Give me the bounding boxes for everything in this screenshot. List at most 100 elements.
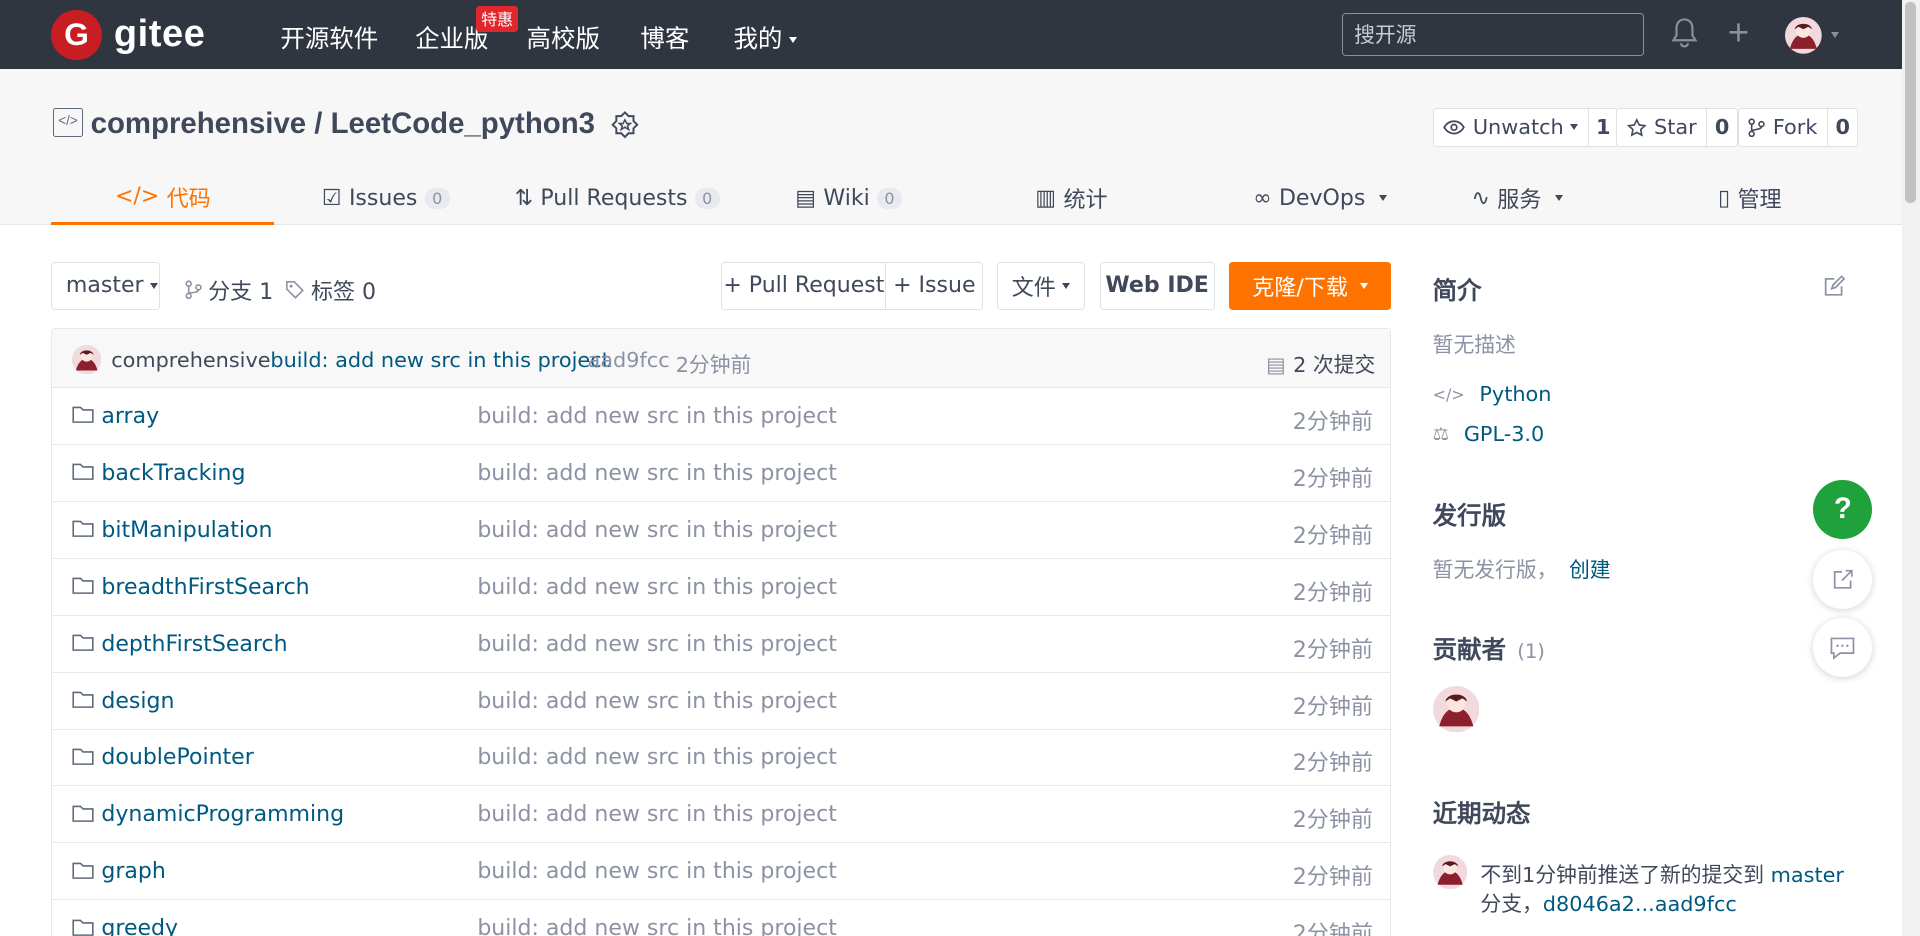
file-name-link[interactable]: design <box>101 689 174 714</box>
author-avatar[interactable] <box>72 345 102 379</box>
file-name-link[interactable]: greedy <box>101 916 178 935</box>
chat-icon <box>1830 637 1855 660</box>
nav-mine[interactable]: 我的 <box>733 20 797 55</box>
table-row[interactable]: array build: add new src in this project 2… <box>52 388 1391 445</box>
tab-pull-requests[interactable]: ⇅ Pull Requests 0 <box>497 171 737 225</box>
new-pull-request-button[interactable]: + Pull Request <box>721 262 887 310</box>
star-label: Star <box>1654 115 1697 140</box>
bell-icon[interactable] <box>1671 17 1698 55</box>
nav-blog[interactable]: 博客 <box>640 20 689 55</box>
table-row[interactable]: backTracking build: add new src in this p… <box>52 445 1391 502</box>
feedback-button[interactable] <box>1813 618 1873 678</box>
fork-label: Fork <box>1772 115 1818 140</box>
chevron-down-icon <box>1360 282 1369 289</box>
release-row: 暂无发行版， 创建 <box>1433 553 1611 583</box>
activity-item: 不到1分钟前推送了新的提交到 master 分支，d8046a2...aad9f… <box>1480 861 1872 920</box>
tab-label: 管理 <box>1737 188 1782 214</box>
file-commit-message[interactable]: build: add new src in this project <box>477 916 837 935</box>
tab-manage[interactable]: ▯ 管理 <box>1638 171 1861 225</box>
file-name-link[interactable]: depthFirstSearch <box>101 632 287 657</box>
folder-icon <box>72 690 94 713</box>
star-count[interactable]: 0 <box>1706 108 1736 146</box>
commit-message[interactable]: build: add new src in this project <box>270 348 609 372</box>
edit-icon[interactable] <box>1822 274 1846 303</box>
branch-select[interactable]: master <box>51 262 161 310</box>
file-commit-message[interactable]: build: add new src in this project <box>477 745 837 770</box>
scrollbar-thumb[interactable] <box>1905 2 1917 204</box>
chevron-down-icon <box>1378 195 1387 202</box>
nav-open-source[interactable]: 开源软件 <box>280 20 378 55</box>
activity-compare-link[interactable]: d8046a2...aad9fcc <box>1543 892 1737 916</box>
file-commit-message[interactable]: build: add new src in this project <box>477 575 837 600</box>
share-button[interactable] <box>1813 549 1873 609</box>
chevron-down-icon <box>149 282 158 289</box>
gitee-logo[interactable]: G gitee <box>51 9 206 60</box>
pulse-icon: ∿ <box>1471 185 1490 211</box>
create-release-link[interactable]: 创建 <box>1569 558 1611 582</box>
file-commit-message[interactable]: build: add new src in this project <box>477 632 837 657</box>
chevron-down-icon <box>1061 282 1070 289</box>
bar-chart-icon: ▥ <box>1035 185 1057 211</box>
language-link[interactable]: Python <box>1479 382 1551 406</box>
file-commit-message[interactable]: build: add new src in this project <box>477 461 837 486</box>
activity-branch-link[interactable]: master <box>1771 863 1844 887</box>
share-icon <box>1833 569 1853 589</box>
table-row[interactable]: breadthFirstSearch build: add new src in … <box>52 559 1391 616</box>
file-commit-message[interactable]: build: add new src in this project <box>477 802 837 827</box>
plus-icon[interactable]: + <box>1728 14 1749 51</box>
search-input[interactable] <box>1342 13 1645 57</box>
book-icon: ▤ <box>795 185 817 211</box>
file-name-link[interactable]: graph <box>101 859 166 884</box>
file-name-link[interactable]: backTracking <box>101 461 245 486</box>
tab-stats[interactable]: ▥ 统计 <box>960 171 1183 225</box>
commit-hash[interactable]: aad9fcc <box>588 348 670 372</box>
chevron-down-icon[interactable] <box>1830 31 1839 38</box>
new-issue-button[interactable]: + Issue <box>885 262 984 310</box>
clone-download-button[interactable]: 克隆/下载 <box>1229 262 1392 310</box>
gitee-logo-text: gitee <box>113 13 206 56</box>
commit-count-link[interactable]: ▤ 2 次提交 <box>1266 348 1375 378</box>
file-name-link[interactable]: doublePointer <box>101 745 253 770</box>
file-name-link[interactable]: breadthFirstSearch <box>101 575 309 600</box>
file-commit-message[interactable]: build: add new src in this project <box>477 859 837 884</box>
file-menu-button[interactable]: 文件 <box>996 262 1085 310</box>
table-row[interactable]: design build: add new src in this project… <box>52 673 1391 730</box>
file-name-link[interactable]: array <box>101 404 159 429</box>
user-avatar[interactable] <box>1785 17 1823 60</box>
activity-avatar[interactable] <box>1432 854 1467 894</box>
table-row[interactable]: dynamicProgramming build: add new src in … <box>52 786 1391 844</box>
table-row[interactable]: bitManipulation build: add new src in thi… <box>52 502 1391 559</box>
file-commit-message[interactable]: build: add new src in this project <box>477 689 837 714</box>
watch-count[interactable]: 1 <box>1587 108 1618 146</box>
file-commit-message[interactable]: build: add new src in this project <box>477 518 837 543</box>
file-name-link[interactable]: bitManipulation <box>101 518 272 543</box>
tags-link[interactable]: 标签 0 <box>285 274 376 306</box>
branches-link[interactable]: 分支 1 <box>185 274 273 306</box>
tab-code[interactable]: </> 代码 <box>51 171 275 226</box>
help-button[interactable]: ? <box>1813 480 1873 539</box>
star-button[interactable]: Star 0 <box>1616 107 1738 147</box>
file-list: comprehensive build: add new src in this… <box>51 328 1392 936</box>
tab-services[interactable]: ∿ 服务 <box>1406 171 1629 225</box>
nav-education[interactable]: 高校版 <box>527 20 600 55</box>
web-ide-button[interactable]: Web IDE <box>1099 262 1215 310</box>
table-row[interactable]: greedy build: add new src in this project… <box>52 900 1390 936</box>
license-link[interactable]: GPL-3.0 <box>1464 422 1544 446</box>
fork-icon <box>1748 117 1766 137</box>
table-row[interactable]: depthFirstSearch build: add new src in th… <box>52 616 1391 673</box>
fork-button[interactable]: Fork 0 <box>1737 107 1859 147</box>
tab-wiki[interactable]: ▤ Wiki 0 <box>737 171 960 225</box>
unwatch-button[interactable]: Unwatch 1 <box>1432 107 1619 147</box>
award-icon[interactable] <box>609 110 641 148</box>
file-name-link[interactable]: dynamicProgramming <box>101 802 344 827</box>
fork-count[interactable]: 0 <box>1827 108 1857 146</box>
commit-author[interactable]: comprehensive <box>111 348 270 372</box>
table-row[interactable]: graph build: add new src in this project 2… <box>52 843 1391 901</box>
license-row: ⚖ GPL-3.0 <box>1433 422 1545 446</box>
file-commit-message[interactable]: build: add new src in this project <box>477 404 837 429</box>
folder-icon <box>72 804 94 827</box>
tab-issues[interactable]: ☑ Issues 0 <box>274 171 497 225</box>
contributor-avatar[interactable] <box>1432 685 1480 738</box>
repo-title[interactable]: comprehensive / LeetCode_python3 <box>91 107 595 141</box>
table-row[interactable]: doublePointer build: add new src in this … <box>52 730 1391 787</box>
